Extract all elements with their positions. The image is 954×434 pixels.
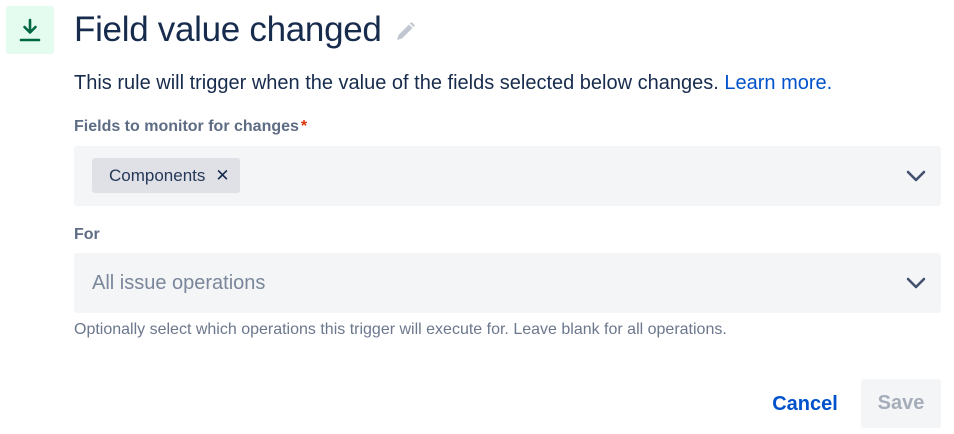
- for-helper-text: Optionally select which operations this …: [74, 321, 727, 338]
- pencil-icon[interactable]: [394, 21, 416, 43]
- close-icon[interactable]: ✕: [215, 167, 229, 184]
- description-text: This rule will trigger when the value of…: [74, 72, 719, 94]
- title-row: Field value changed: [74, 6, 416, 54]
- for-label-text: For: [74, 226, 100, 243]
- chevron-down-icon[interactable]: [905, 276, 927, 290]
- save-button[interactable]: Save: [861, 379, 941, 428]
- chevron-down-icon[interactable]: [905, 169, 927, 183]
- trigger-config-panel: Field value changed This rule will trigg…: [0, 0, 954, 434]
- required-marker: *: [300, 118, 308, 135]
- fields-to-monitor-label: Fields to monitor for changes *: [74, 118, 307, 136]
- selected-field-chip: Components ✕: [92, 158, 240, 193]
- download-arrow-icon: [6, 6, 54, 54]
- fields-to-monitor-select[interactable]: Components ✕: [74, 146, 941, 206]
- for-operations-select[interactable]: All issue operations: [74, 253, 941, 313]
- cancel-button[interactable]: Cancel: [762, 381, 848, 428]
- for-label: For: [74, 226, 100, 244]
- for-operations-placeholder: All issue operations: [92, 271, 266, 294]
- chip-label: Components: [109, 165, 206, 185]
- learn-more-link[interactable]: Learn more.: [724, 72, 832, 94]
- page-title: Field value changed: [74, 10, 382, 49]
- fields-to-monitor-label-text: Fields to monitor for changes: [74, 118, 299, 135]
- rule-description: This rule will trigger when the value of…: [74, 72, 832, 95]
